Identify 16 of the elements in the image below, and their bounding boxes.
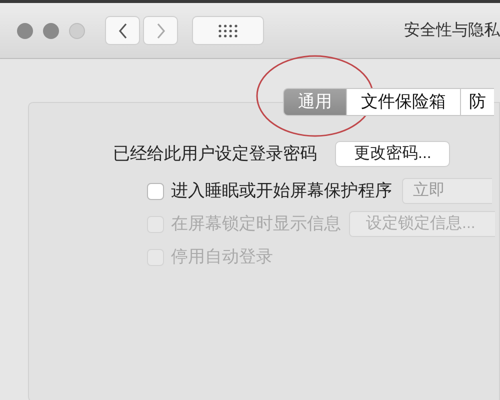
tab[interactable]: 防 bbox=[460, 88, 494, 116]
chevron-left-icon bbox=[118, 22, 128, 38]
grid-icon bbox=[218, 24, 238, 38]
checkbox[interactable] bbox=[147, 182, 164, 200]
window-title: 安全性与隐私 bbox=[404, 20, 500, 40]
option-label: 在屏幕锁定时显示信息 bbox=[171, 213, 341, 236]
back-button[interactable] bbox=[105, 16, 140, 45]
tab[interactable]: 文件保险箱 bbox=[346, 88, 460, 116]
window-control-button[interactable] bbox=[43, 22, 59, 38]
show-all-button[interactable] bbox=[192, 16, 264, 45]
option-label: 进入睡眠或开始屏幕保护程序 bbox=[171, 180, 392, 202]
window-control-button[interactable] bbox=[17, 22, 33, 38]
change-password-button[interactable]: 更改密码... bbox=[335, 141, 450, 167]
option-label: 停用自动登录 bbox=[171, 246, 273, 268]
chevron-right-icon bbox=[156, 22, 166, 38]
password-status-text: 已经给此用户设定登录密码 bbox=[113, 143, 317, 166]
